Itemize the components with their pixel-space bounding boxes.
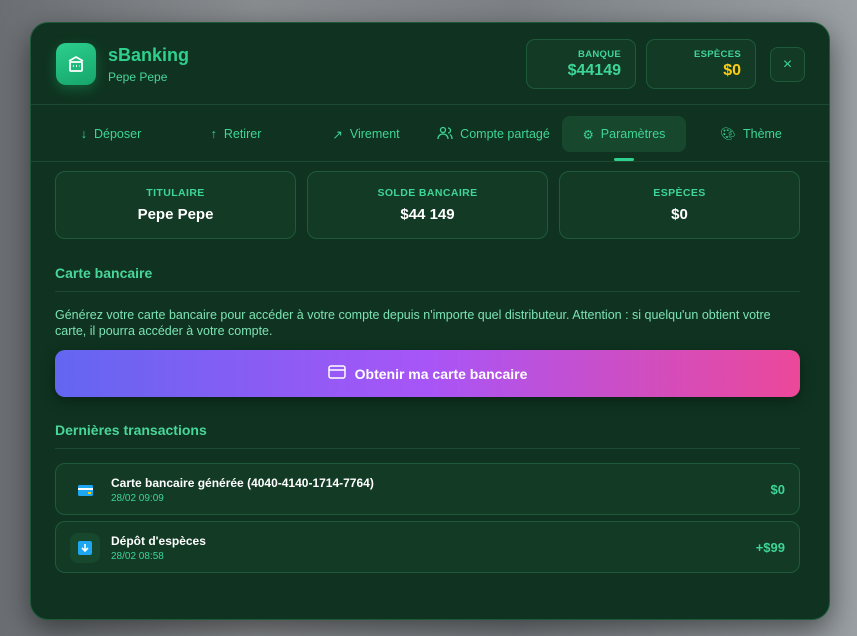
tab-label: Paramètres (600, 127, 666, 141)
transaction-amount: $0 (770, 482, 785, 497)
transaction-title: Carte bancaire générée (4040-4140-1714-7… (111, 476, 374, 490)
tab-label: Thème (742, 127, 782, 141)
header: sBanking Pepe Pepe BANQUE $44149 ESPÈCES… (31, 23, 829, 105)
card-label: SOLDE BANCAIRE (377, 187, 478, 199)
active-tab-indicator (614, 158, 634, 161)
card-value: $0 (671, 206, 688, 223)
deposit-icon (70, 533, 100, 563)
tab-label: Déposer (94, 127, 142, 141)
bank-logo-icon (56, 43, 96, 85)
transaction-date: 28/02 09:09 (111, 493, 164, 504)
gear-icon: ⚙ (582, 127, 594, 142)
transaction-date: 28/02 08:58 (111, 551, 164, 562)
tab-bar: ↓ Déposer ↑ Retirer ↗ Virement Compte parta… (31, 105, 829, 162)
card-solde: SOLDE BANCAIRE $44 149 (307, 171, 548, 239)
bank-value: $44149 (567, 62, 621, 79)
transactions-title: Dernières transactions (55, 422, 800, 449)
get-card-label: Obtenir ma carte bancaire (354, 365, 528, 382)
tab-retirer[interactable]: ↑ Retirer (181, 116, 291, 152)
arrow-down-icon: ↓ (80, 127, 87, 141)
card-section-title: Carte bancaire (55, 265, 800, 292)
palette-icon: 🎨︎ (720, 126, 736, 141)
credit-card-icon (70, 475, 100, 505)
card-label: TITULAIRE (146, 187, 205, 199)
close-button[interactable]: × (770, 47, 805, 82)
card-value: $44 149 (400, 206, 455, 223)
app-title: sBanking (108, 45, 190, 65)
tab-parametres[interactable]: ⚙ Paramètres (562, 116, 686, 152)
transaction-amount: +$99 (755, 540, 785, 555)
banking-panel: sBanking Pepe Pepe BANQUE $44149 ESPÈCES… (30, 22, 830, 620)
tab-theme[interactable]: 🎨︎ Thème (701, 116, 801, 152)
transaction-row: Dépôt d'espèces 28/02 08:58 +$99 (55, 521, 800, 573)
tab-compte-partage[interactable]: Compte partagé (431, 116, 556, 152)
card-description: Générez votre carte bancaire pour accéde… (55, 308, 771, 338)
user-name: Pepe Pepe (108, 70, 168, 84)
tab-label: Retirer (223, 127, 262, 141)
get-card-button[interactable]: Obtenir ma carte bancaire (55, 350, 800, 397)
summary-cards: TITULAIRE Pepe Pepe SOLDE BANCAIRE $44 149… (55, 171, 800, 239)
credit-card-icon (327, 365, 346, 382)
transaction-row: Carte bancaire générée (4040-4140-1714-7… (55, 463, 800, 515)
bank-balance: BANQUE $44149 (526, 39, 636, 89)
tab-virement[interactable]: ↗ Virement (311, 116, 421, 152)
tab-deposer[interactable]: ↓ Déposer (56, 116, 166, 152)
cash-balance: ESPÈCES $0 (646, 39, 756, 89)
arrow-up-right-icon: ↗ (332, 127, 343, 142)
card-label: ESPÈCES (653, 187, 706, 199)
cash-label: ESPÈCES (694, 49, 741, 60)
card-especes: ESPÈCES $0 (559, 171, 800, 239)
cash-value: $0 (723, 62, 741, 79)
transaction-title: Dépôt d'espèces (111, 534, 206, 548)
users-icon (437, 126, 453, 143)
bank-label: BANQUE (578, 49, 621, 60)
card-titulaire: TITULAIRE Pepe Pepe (55, 171, 296, 239)
card-value: Pepe Pepe (137, 206, 214, 223)
tab-label: Virement (349, 127, 400, 141)
arrow-up-icon: ↑ (210, 127, 217, 141)
tab-label: Compte partagé (460, 127, 550, 141)
